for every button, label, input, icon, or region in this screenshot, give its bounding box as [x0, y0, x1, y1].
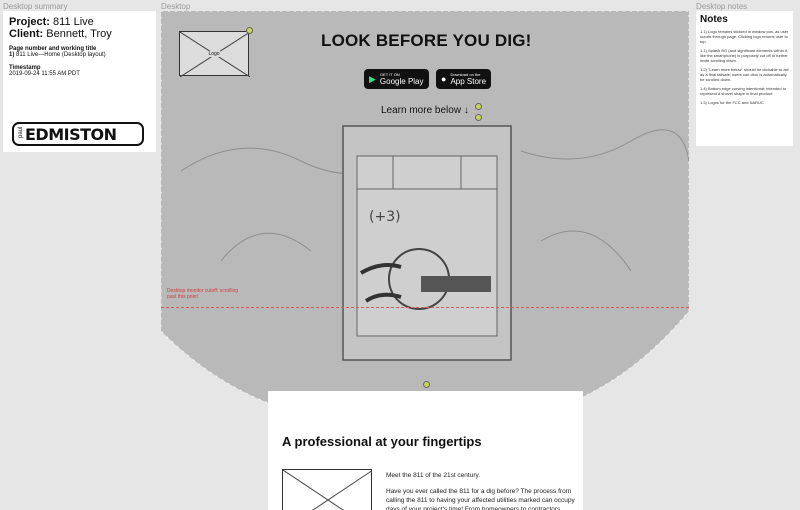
monitor-cutoff-label: Desktop monitor cutoff; scrolling past t… [167, 288, 239, 300]
logo-placeholder[interactable]: Logo [179, 31, 250, 77]
note-marker-icon [475, 114, 482, 121]
note-marker-icon [475, 103, 482, 110]
content-section: A professional at your fingertips Meet t… [268, 391, 583, 510]
page-title: 811 Live—Home (Desktop layout) [16, 52, 106, 58]
note-item: 1.4) Bottom edge curving intentional; in… [700, 86, 787, 96]
google-play-button[interactable]: ▶ GET IT ON Google Play [364, 69, 429, 89]
image-placeholder [282, 469, 372, 510]
brand-small: paul [18, 126, 24, 138]
note-marker-icon [246, 27, 253, 34]
apple-icon: ● [441, 74, 447, 84]
client-name: Bennett, Troy [46, 28, 112, 40]
project-label: Project: [9, 16, 50, 28]
google-play-label: Google Play [379, 76, 424, 86]
learn-more-link[interactable]: Learn more below ↓ [381, 105, 469, 116]
logo-label: Logo [207, 50, 221, 57]
app-store-button[interactable]: ● Download on the App Store [436, 69, 492, 89]
notes-panel: Notes 1.1) Logo remains stickied in wind… [696, 11, 793, 146]
monitor-cutoff-line [161, 307, 689, 308]
section-body: Meet the 811 of the 21st century. Have y… [386, 471, 576, 510]
summary-column-label: Desktop summary [3, 2, 68, 11]
note-item: 1.5) Logos for the FCC and NARUC [700, 100, 764, 105]
learn-more-label: Learn more below [381, 105, 462, 116]
timestamp-value: 2019-09-24 11:55 AM PDT [9, 71, 80, 77]
brand-logo: paul EDMISTON [12, 122, 144, 146]
app-store-label: App Store [450, 76, 487, 86]
page-number: 1) [9, 52, 15, 58]
note-item: 1.2) "Learn more below" should be clicka… [700, 67, 789, 82]
project-line: Project: 811 Live [9, 16, 150, 28]
headline: LOOK BEFORE YOU DIG! [321, 31, 532, 50]
note-item: 1.1) Logo remains stickied in window pos… [700, 29, 789, 44]
desktop-mockup: (+3) Logo LOOK BEFORE YOU DIG! ▶ GET IT … [161, 11, 689, 510]
svg-text:(+3): (+3) [369, 209, 401, 225]
desktop-column-label: Desktop [161, 2, 191, 11]
placeholder-cross-icon [283, 470, 371, 510]
note-marker-icon [423, 381, 430, 388]
note-item: 1.1) Splash BG (and significant elements… [700, 48, 789, 63]
client-line: Client: Bennett, Troy [9, 28, 150, 40]
brand-name: EDMISTON [25, 124, 117, 144]
section-paragraph: Have you ever called the 811 for a dig b… [386, 488, 575, 510]
client-label: Client: [9, 28, 44, 40]
notes-column-label: Desktop notes [696, 2, 748, 11]
notes-title: Notes [700, 14, 728, 25]
section-paragraph: Meet the 811 of the 21st century. [386, 472, 481, 479]
page-title-line: 1) 811 Live—Home (Desktop layout) [9, 52, 150, 59]
arrow-down-icon: ↓ [463, 105, 469, 116]
summary-panel: Project: 811 Live Client: Bennett, Troy … [3, 11, 156, 152]
play-icon: ▶ [369, 73, 376, 84]
project-name: 811 Live [53, 16, 94, 28]
section-heading: A professional at your fingertips [282, 434, 482, 449]
